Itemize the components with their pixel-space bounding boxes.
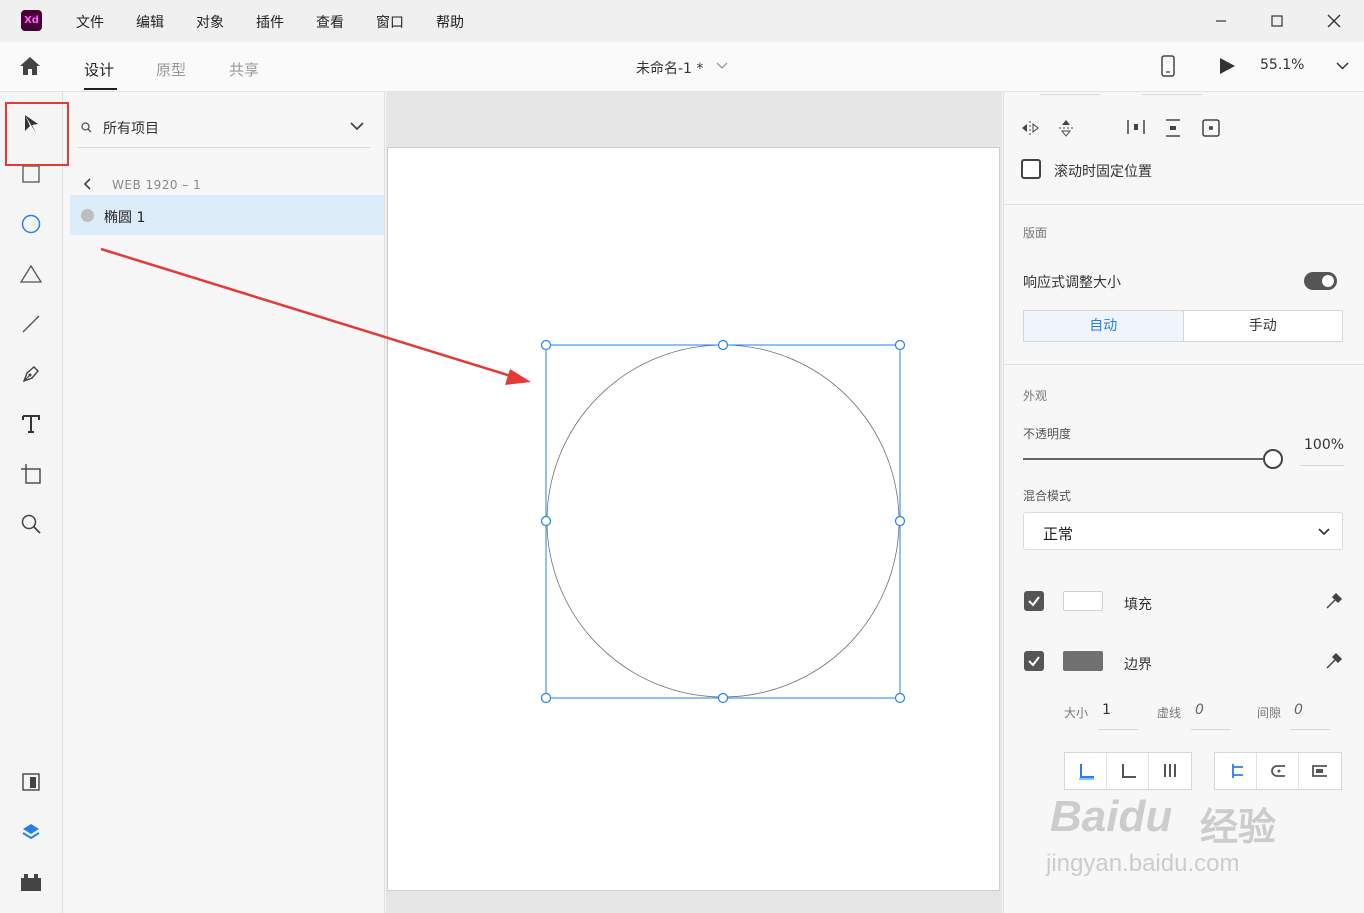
appearance-section-title: 外观 <box>1023 389 1048 403</box>
butt-cap-icon <box>1231 764 1243 778</box>
outer-stroke-icon <box>1121 764 1136 778</box>
annotation-highlight-box <box>5 102 69 166</box>
butt-cap-button[interactable] <box>1215 753 1257 789</box>
responsive-resize-toggle[interactable] <box>1304 272 1337 290</box>
resize-handle[interactable] <box>540 515 552 527</box>
border-checkbox[interactable] <box>1024 651 1044 671</box>
distribute-vertical-icon[interactable] <box>1165 118 1181 138</box>
opacity-slider-track[interactable] <box>1023 458 1263 460</box>
gap-label: 间隙 <box>1257 706 1282 720</box>
manual-button[interactable]: 手动 <box>1184 311 1343 341</box>
center-stroke-icon <box>1164 764 1176 777</box>
fix-position-label: 滚动时固定位置 <box>1054 164 1152 180</box>
resize-handle[interactable] <box>894 692 906 704</box>
inner-stroke-icon <box>1078 764 1094 780</box>
opacity-slider-thumb[interactable] <box>1263 449 1283 469</box>
flip-vertical-icon[interactable] <box>1058 118 1074 138</box>
border-size-value[interactable]: 1 <box>1102 702 1111 718</box>
annotation-arrow-line <box>100 247 515 379</box>
dash-value[interactable]: 0 <box>1195 702 1204 718</box>
flip-horizontal-icon[interactable] <box>1020 120 1040 136</box>
fill-label: 填充 <box>1124 597 1152 613</box>
distribute-horizontal-icon[interactable] <box>1126 119 1146 135</box>
checkmark-icon <box>1028 656 1040 667</box>
border-color-swatch[interactable] <box>1063 651 1103 671</box>
resize-handle[interactable] <box>894 339 906 351</box>
fix-position-checkbox[interactable] <box>1021 159 1041 179</box>
gap-value[interactable]: 0 <box>1294 702 1303 718</box>
resize-handle[interactable] <box>717 692 729 704</box>
border-size-label: 大小 <box>1064 706 1089 720</box>
annotation-arrow-head <box>505 369 531 385</box>
properties-panel: 滚动时固定位置 版面 响应式调整大小 自动 手动 外观 不透明度 100% 混合… <box>1003 92 1364 913</box>
eyedropper-icon[interactable] <box>1324 651 1344 671</box>
watermark-cn: 经验 <box>1200 807 1277 849</box>
border-label: 边界 <box>1124 657 1152 673</box>
watermark-brand: Baidu <box>1050 792 1173 841</box>
fill-checkbox[interactable] <box>1024 591 1044 611</box>
square-cap-button[interactable] <box>1299 753 1341 789</box>
round-cap-icon <box>1270 765 1285 777</box>
auto-button[interactable]: 自动 <box>1024 311 1184 341</box>
blend-mode-label: 混合模式 <box>1023 489 1072 503</box>
inner-stroke-button[interactable] <box>1065 753 1107 789</box>
eyedropper-icon[interactable] <box>1324 591 1344 611</box>
resize-mode-segmented-control: 自动 手动 <box>1023 310 1343 342</box>
fill-color-swatch[interactable] <box>1063 591 1103 611</box>
resize-handle[interactable] <box>717 339 729 351</box>
align-to-pixel-grid-icon[interactable] <box>1201 118 1221 138</box>
ellipse-shape[interactable] <box>546 344 900 698</box>
square-cap-icon <box>1312 765 1327 777</box>
round-cap-button[interactable] <box>1257 753 1299 789</box>
responsive-resize-label: 响应式调整大小 <box>1023 275 1121 291</box>
watermark-url: jingyan.baidu.com <box>1046 850 1240 877</box>
resize-handle[interactable] <box>540 339 552 351</box>
stroke-cap-group <box>1214 752 1342 790</box>
center-stroke-button[interactable] <box>1149 753 1191 789</box>
resize-handle[interactable] <box>540 692 552 704</box>
blend-mode-select[interactable]: 正常 <box>1023 512 1343 550</box>
resize-handle[interactable] <box>894 515 906 527</box>
dash-label: 虚线 <box>1157 706 1182 720</box>
blend-mode-value: 正常 <box>1043 525 1074 543</box>
opacity-label: 不透明度 <box>1023 427 1072 441</box>
outer-stroke-button[interactable] <box>1107 753 1149 789</box>
checkmark-icon <box>1028 596 1040 607</box>
chevron-down-icon <box>1318 528 1330 536</box>
opacity-value[interactable]: 100% <box>1304 437 1344 453</box>
layout-section-title: 版面 <box>1023 226 1048 240</box>
stroke-position-group <box>1064 752 1192 790</box>
